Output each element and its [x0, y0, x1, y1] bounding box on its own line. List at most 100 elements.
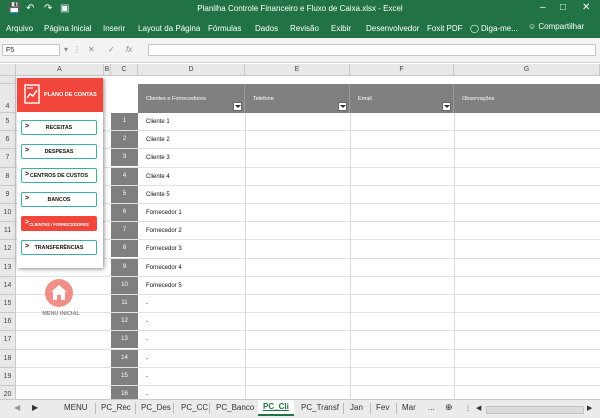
filter-dropdown-icon[interactable]	[233, 102, 242, 111]
row-id-cell[interactable]: 5	[111, 185, 138, 203]
name-cell[interactable]: Cliente 5	[146, 186, 170, 204]
tab-desenvolvedor[interactable]: Desenvolvedor	[366, 24, 419, 33]
menu-button-centros-de-custos[interactable]: > CENTROS DE CUSTOS	[21, 168, 97, 183]
row-id-cell[interactable]: 10	[111, 276, 138, 294]
row-header[interactable]: 16	[0, 313, 16, 332]
name-cell[interactable]: Cliente 3	[146, 149, 170, 167]
name-cell[interactable]: -	[146, 350, 148, 368]
row-header[interactable]: 18	[0, 349, 16, 368]
scroll-left-icon[interactable]: ◀	[14, 403, 20, 412]
menu-button-bancos[interactable]: > BANCOS	[21, 192, 97, 207]
row-id-cell[interactable]: 9	[111, 258, 138, 276]
menu-button-receitas[interactable]: > RECEITAS	[21, 120, 97, 135]
row-header[interactable]: 13	[0, 258, 16, 277]
row-id-cell[interactable]: 6	[111, 204, 138, 221]
row-header[interactable]: 12	[0, 240, 16, 259]
home-button[interactable]	[45, 279, 73, 307]
column-header-a[interactable]: A	[16, 64, 104, 76]
row-id-cell[interactable]: 11	[111, 295, 138, 312]
more-sheets[interactable]: ...	[428, 403, 435, 412]
row-header[interactable]: 17	[0, 331, 16, 350]
row-header[interactable]	[0, 76, 16, 84]
row-id-cell[interactable]: 12	[111, 313, 138, 331]
row-header[interactable]: 19	[0, 367, 16, 386]
name-cell[interactable]: Fornecedor 4	[146, 259, 182, 277]
name-box[interactable]: F5	[2, 44, 60, 56]
row-id-cell[interactable]: 7	[111, 222, 138, 240]
column-header-g[interactable]: G	[454, 64, 600, 76]
name-cell[interactable]: Fornecedor 5	[146, 277, 182, 295]
scroll-right-icon[interactable]: ▶	[32, 403, 38, 412]
sheet-tab-pc-des[interactable]: PC_Des	[141, 403, 171, 412]
row-header[interactable]: 8	[0, 167, 16, 186]
row-id-cell[interactable]: 8	[111, 240, 138, 258]
row-header[interactable]: 11	[0, 222, 16, 241]
sheet-tab-pc-cc[interactable]: PC_CC	[181, 403, 208, 412]
row-header[interactable]: 10	[0, 204, 16, 223]
row-header[interactable]: 6	[0, 131, 16, 150]
menu-button-clientes-fornecedores[interactable]: > CLIENTES / FORNECEDORES	[21, 216, 97, 231]
row-id-cell[interactable]: 1	[111, 113, 138, 130]
column-header-e[interactable]: E	[245, 64, 350, 76]
column-header-f[interactable]: F	[350, 64, 454, 76]
tab-dados[interactable]: Dados	[255, 24, 278, 33]
sheet-tab-pc-banco[interactable]: PC_Banco	[216, 403, 254, 412]
formula-input[interactable]	[148, 44, 596, 56]
tab-layout[interactable]: Layout da Página	[138, 24, 200, 33]
tab-foxit[interactable]: Foxit PDF	[427, 24, 463, 33]
name-box-dropdown-icon[interactable]: ▾	[64, 45, 68, 54]
tab-formulas[interactable]: Fórmulas	[208, 24, 241, 33]
column-header-c[interactable]: C	[111, 64, 138, 76]
row-id-cell[interactable]: 2	[111, 131, 138, 149]
hscroll-right-icon[interactable]: ▶	[587, 404, 592, 412]
close-icon[interactable]: ✕	[582, 2, 590, 13]
row-header[interactable]: 5	[0, 113, 16, 132]
tab-exibir[interactable]: Exibir	[331, 24, 351, 33]
add-sheet-icon[interactable]: ⊕	[445, 402, 453, 413]
tab-pagina-inicial[interactable]: Página Inicial	[44, 24, 92, 33]
row-id-cell[interactable]: 4	[111, 167, 138, 185]
tell-me-search[interactable]: Diga-me...	[481, 24, 518, 33]
name-cell[interactable]: Fornecedor 2	[146, 222, 182, 240]
name-cell[interactable]: -	[146, 331, 148, 349]
menu-button-transferencias[interactable]: > TRANSFERÊNCIAS	[21, 240, 97, 255]
row-header[interactable]: 9	[0, 185, 16, 204]
column-header-b[interactable]: B	[104, 64, 111, 76]
sheet-tab-jan[interactable]: Jan	[350, 403, 363, 412]
maximize-icon[interactable]: □	[560, 2, 566, 13]
hscroll-left-icon[interactable]: ◀	[476, 404, 481, 412]
row-header[interactable]: 14	[0, 276, 16, 295]
row-header[interactable]: 7	[0, 149, 16, 168]
horizontal-scrollbar[interactable]	[486, 406, 584, 414]
name-cell[interactable]: Cliente 4	[146, 168, 170, 186]
name-cell[interactable]: -	[146, 368, 148, 386]
select-all-corner[interactable]	[0, 64, 16, 76]
sheet-tab-fev[interactable]: Fev	[376, 403, 389, 412]
name-cell[interactable]: Cliente 2	[146, 131, 170, 149]
cancel-icon[interactable]: ✕	[88, 45, 95, 54]
name-cell[interactable]: Fornecedor 1	[146, 204, 182, 222]
sheet-tab-mar[interactable]: Mar	[402, 403, 416, 412]
column-header-d[interactable]: D	[138, 64, 245, 76]
filter-dropdown-icon[interactable]	[338, 102, 347, 111]
enter-icon[interactable]: ✓	[108, 45, 115, 54]
tab-arquivo[interactable]: Arquivo	[6, 24, 33, 33]
row-id-cell[interactable]: 13	[111, 331, 138, 349]
minimize-icon[interactable]: –	[540, 2, 546, 13]
row-id-cell[interactable]: 3	[111, 149, 138, 167]
name-cell[interactable]: Fornecedor 3	[146, 240, 182, 258]
name-cell[interactable]: -	[146, 313, 148, 331]
menu-button-despesas[interactable]: > DESPESAS	[21, 144, 97, 159]
filter-dropdown-icon[interactable]	[442, 102, 451, 111]
tab-inserir[interactable]: Inserir	[103, 24, 125, 33]
share-button[interactable]: ☺ Compartilhar	[528, 22, 584, 31]
row-header[interactable]: 4	[0, 84, 16, 113]
row-id-cell[interactable]: 14	[111, 349, 138, 367]
sheet-tab-menu[interactable]: MENU	[64, 403, 88, 412]
sheet-tab-pc-cli[interactable]: PC_Cli	[258, 400, 294, 416]
sheet-tab-pc-transf[interactable]: PC_Transf	[301, 403, 339, 412]
tab-revisao[interactable]: Revisão	[290, 24, 319, 33]
insert-function-icon[interactable]: fx	[126, 45, 132, 54]
row-id-cell[interactable]: 15	[111, 367, 138, 385]
sheet-tab-pc-rec[interactable]: PC_Rec	[101, 403, 131, 412]
